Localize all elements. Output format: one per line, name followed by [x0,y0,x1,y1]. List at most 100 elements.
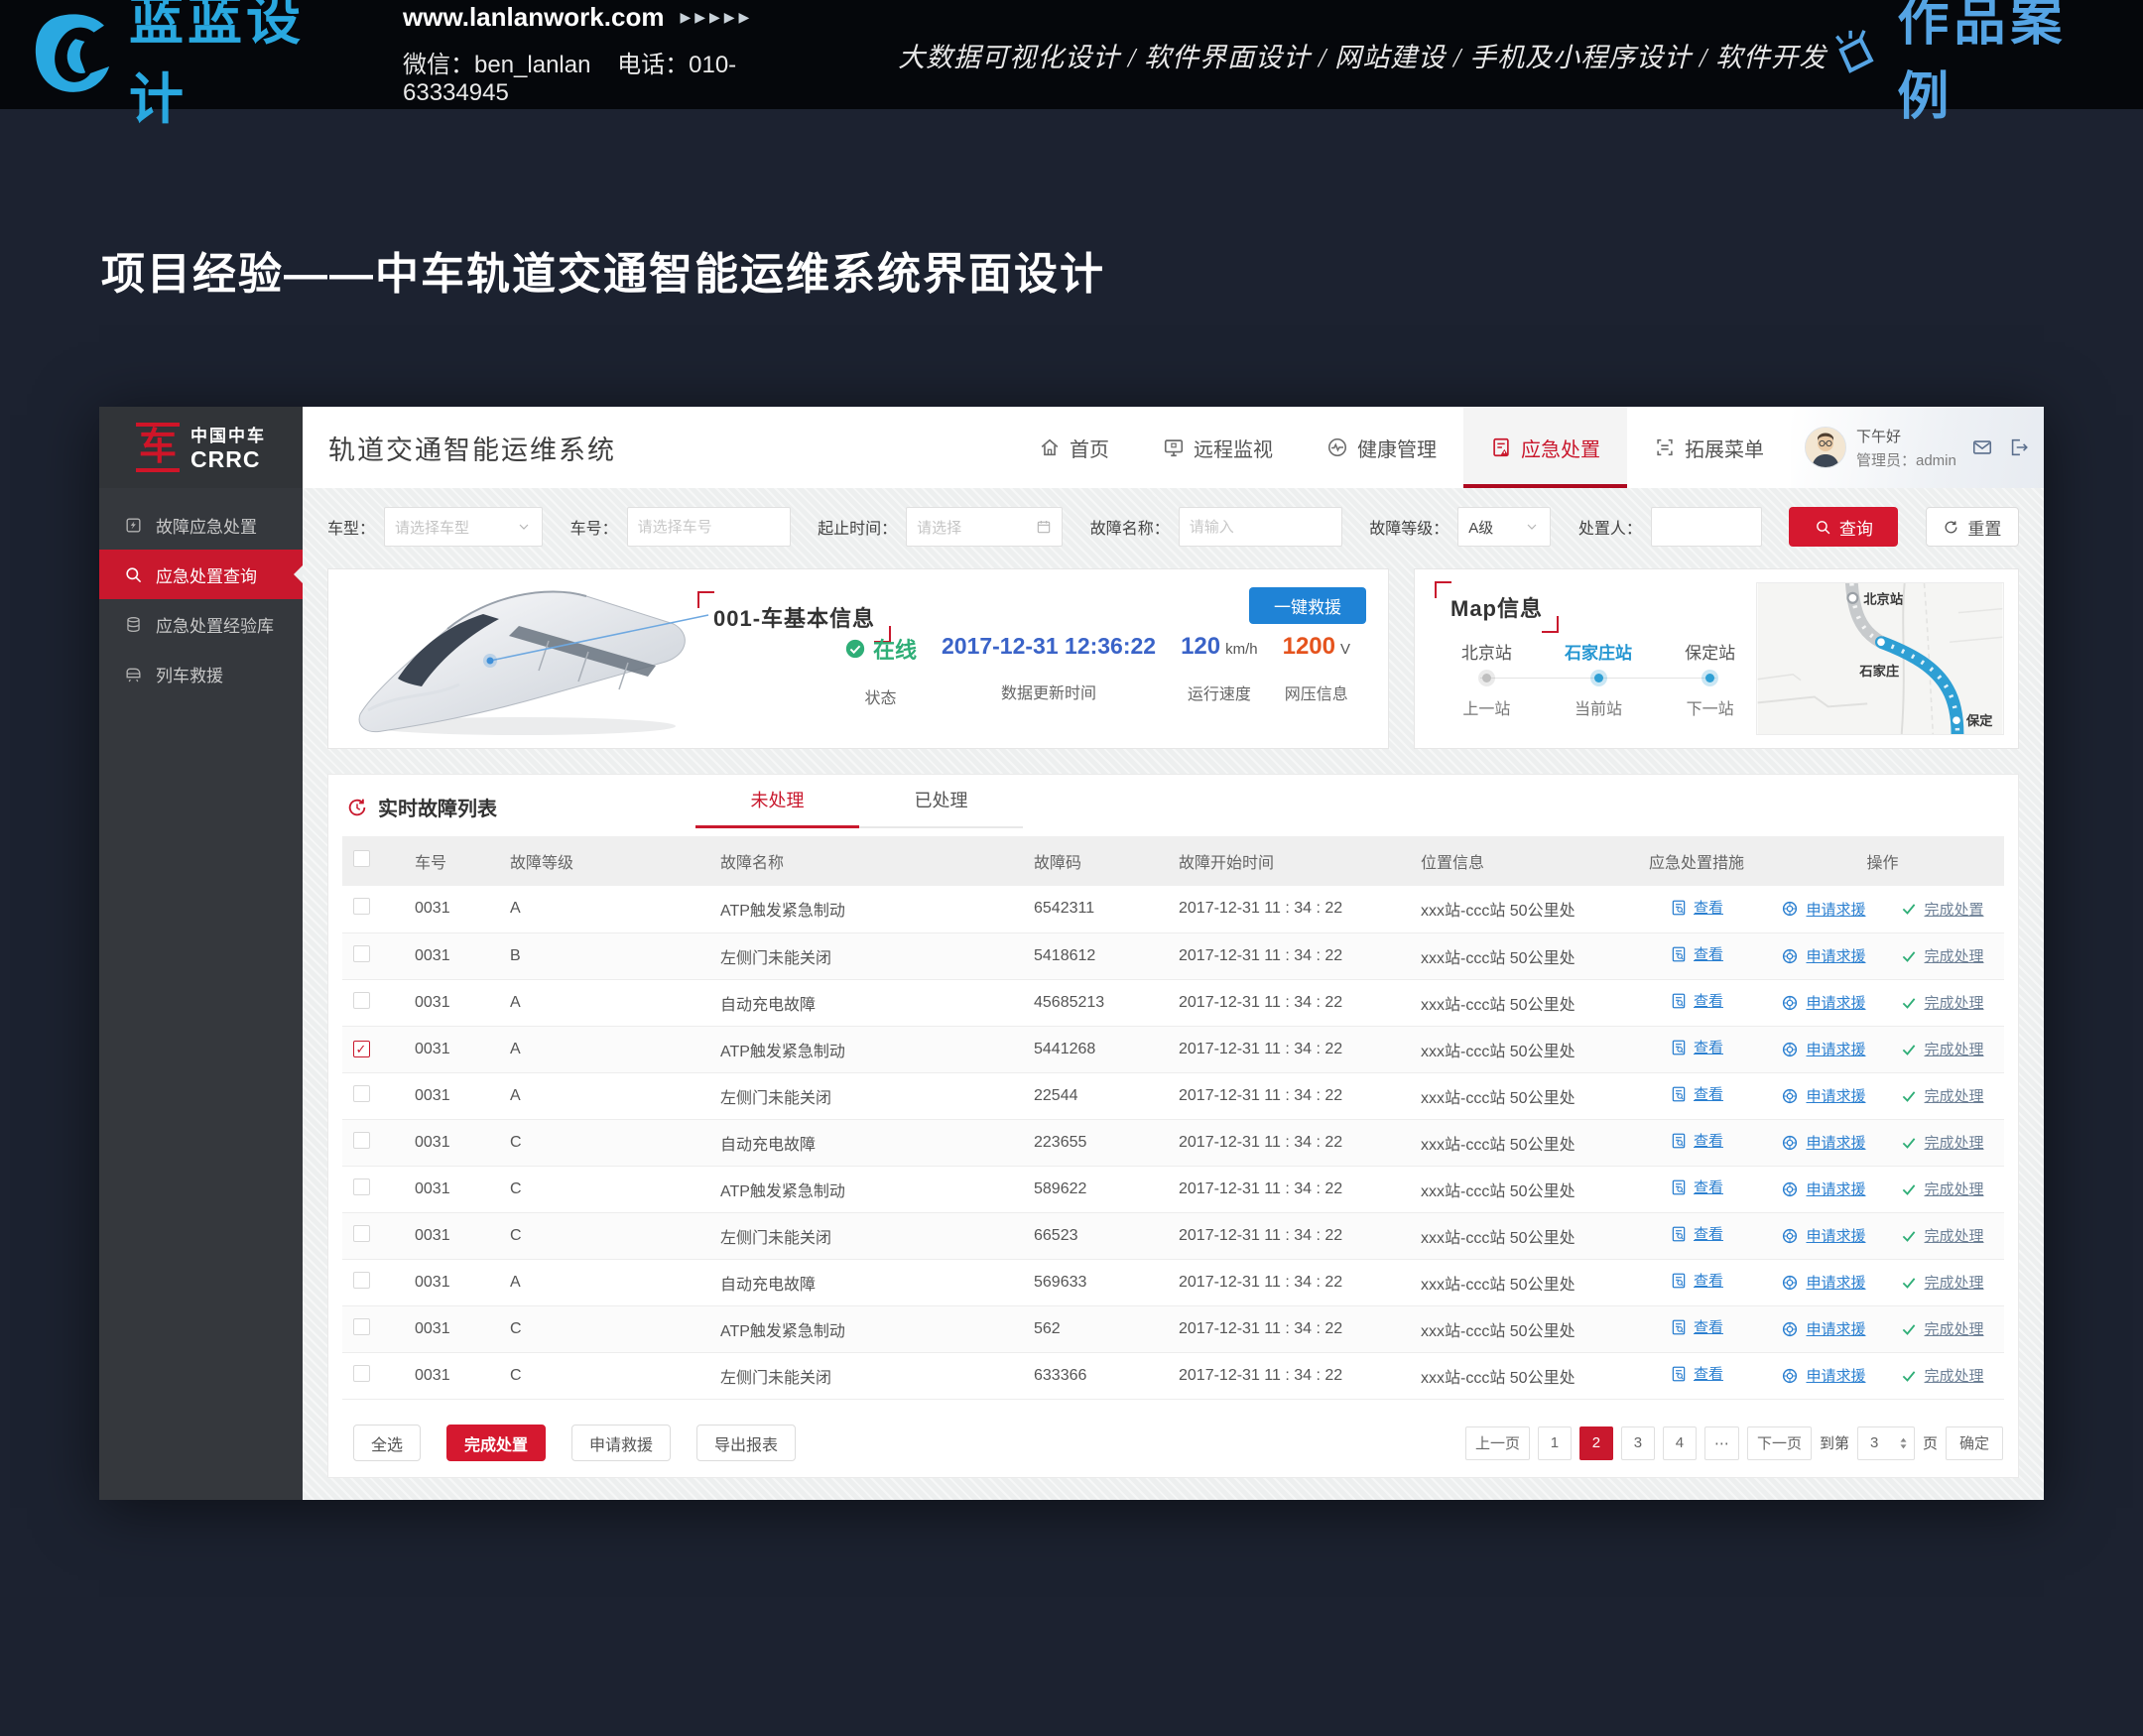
export-report-button[interactable]: 导出报表 [696,1425,796,1461]
select-all-button[interactable]: 全选 [353,1425,421,1461]
page-⋯-button[interactable]: ⋯ [1704,1426,1739,1460]
svg-text:保定: 保定 [1965,712,1993,728]
complete-link[interactable]: 完成处理 [1925,1178,1984,1199]
complete-link[interactable]: 完成处置 [1925,899,1984,920]
complete-link[interactable]: 完成处理 [1925,1039,1984,1059]
row-checkbox[interactable] [353,1225,370,1242]
handler-input[interactable] [1651,507,1762,547]
view-link[interactable]: 查看 [1670,1083,1723,1104]
table-row: 0031C自动充电故障2236552017-12-31 11 : 34 : 22… [342,1119,2004,1166]
request-rescue-link[interactable]: 申请求援 [1806,1272,1865,1293]
complete-link[interactable]: 完成处理 [1925,945,1984,966]
sidebar-item-fault-emergency-handling[interactable]: 故障应急处置 [99,500,303,550]
brand-name-cn: 中国中车 [190,422,266,446]
request-rescue-link[interactable]: 申请求援 [1806,1085,1865,1106]
next-page-button[interactable]: 下一页 [1747,1426,1812,1460]
cell-car-number: 0031 [380,1072,496,1119]
complete-link[interactable]: 完成处理 [1925,1365,1984,1386]
nav-item-remote-monitor[interactable]: 远程监视 [1136,407,1300,488]
page-1-button[interactable]: 1 [1538,1426,1572,1460]
mail-icon[interactable] [1971,436,1993,458]
reset-button[interactable]: 重置 [1926,507,2019,547]
nav-item-home[interactable]: 首页 [1012,407,1136,488]
complete-link[interactable]: 完成处理 [1925,1318,1984,1339]
nav-item-label: 健康管理 [1357,434,1437,462]
row-checkbox[interactable] [353,1365,370,1382]
nav-item-health-management[interactable]: 健康管理 [1300,407,1463,488]
row-checkbox[interactable] [353,945,370,962]
view-link[interactable]: 查看 [1670,1316,1723,1337]
complete-link[interactable]: 完成处理 [1925,992,1984,1013]
row-checkbox[interactable] [353,1085,370,1102]
nav-item-expand-menu[interactable]: 拓展菜单 [1627,407,1791,488]
ring-icon [1781,1274,1799,1292]
row-checkbox[interactable] [353,1132,370,1149]
row-checkbox[interactable] [353,1272,370,1289]
view-link[interactable]: 查看 [1670,1130,1723,1151]
view-link[interactable]: 查看 [1670,1177,1723,1197]
request-rescue-link[interactable]: 申请求援 [1806,1365,1865,1386]
fault-level-select[interactable]: A级 [1457,507,1551,547]
confirm-button[interactable]: 确定 [1946,1426,2003,1460]
sidebar-item-emergency-experience-library[interactable]: 应急处置经验库 [99,599,303,649]
request-rescue-link[interactable]: 申请求援 [1806,945,1865,966]
cell-fault-name: ATP触发紧急制动 [704,1026,1022,1072]
complete-link[interactable]: 完成处理 [1925,1085,1984,1106]
request-rescue-link[interactable]: 申请求援 [1806,1225,1865,1246]
row-checkbox[interactable] [353,1318,370,1335]
complete-link[interactable]: 完成处理 [1925,1225,1984,1246]
view-link[interactable]: 查看 [1670,1037,1723,1057]
row-checkbox[interactable] [353,1178,370,1195]
request-rescue-link[interactable]: 申请求援 [1806,1318,1865,1339]
goto-page-input[interactable]: 3 [1857,1426,1915,1460]
request-rescue-link[interactable]: 申请求援 [1806,1178,1865,1199]
complete-link[interactable]: 完成处理 [1925,1132,1984,1153]
view-link[interactable]: 查看 [1670,943,1723,964]
nav-item-emergency-handling[interactable]: 应急处置 [1463,407,1627,488]
map-info-card: Map信息 北京站 上一站 石家庄站 当前站 保 [1414,568,2019,749]
prev-page-button[interactable]: 上一页 [1465,1426,1530,1460]
sidebar-item-label: 列车救援 [156,662,223,686]
page-2-button[interactable]: 2 [1579,1426,1613,1460]
view-link[interactable]: 查看 [1670,1223,1723,1244]
request-rescue-link[interactable]: 申请求援 [1806,1132,1865,1153]
nav-item-label: 首页 [1070,434,1109,462]
avatar[interactable] [1805,427,1846,468]
select-all-checkbox[interactable] [353,850,370,867]
view-link[interactable]: 查看 [1670,990,1723,1011]
complete-link[interactable]: 完成处理 [1925,1272,1984,1293]
view-link[interactable]: 查看 [1670,1363,1723,1384]
view-link[interactable]: 查看 [1670,1270,1723,1291]
view-link[interactable]: 查看 [1670,897,1723,918]
car-number-input[interactable] [627,507,791,547]
search-button[interactable]: 查询 [1789,507,1898,547]
sidebar-item-train-rescue[interactable]: 列车救援 [99,649,303,698]
filter-bar: 车型：请选择车型车号：起止时间：请选择故障名称：故障等级：A级处置人：查询重置 [327,498,2019,556]
car-type-select[interactable]: 请选择车型 [384,507,543,547]
row-checkbox[interactable] [353,992,370,1009]
complete-handling-button[interactable]: 完成处置 [446,1425,546,1461]
chevron-down-icon [1524,519,1540,535]
realtime-refresh-icon [346,797,368,818]
logout-icon[interactable] [2008,436,2030,458]
row-checkbox[interactable]: ✓ [353,1041,370,1057]
request-rescue-link[interactable]: 申请求援 [1806,1039,1865,1059]
row-checkbox[interactable] [353,898,370,915]
page-4-button[interactable]: 4 [1663,1426,1697,1460]
status-stat: 在线 状态 [844,633,917,708]
tab-已处理[interactable]: 已处理 [859,787,1023,828]
doc-search-icon [1670,992,1688,1010]
goto-suffix: 页 [1923,1432,1938,1453]
request-rescue-link[interactable]: 申请求援 [1806,992,1865,1013]
request-rescue-button[interactable]: 申请救援 [571,1425,671,1461]
sidebar-item-emergency-handling-query[interactable]: 应急处置查询 [99,550,303,599]
table-row: 0031A自动充电故障456852132017-12-31 11 : 34 : … [342,979,2004,1026]
page-3-button[interactable]: 3 [1621,1426,1655,1460]
tab-未处理[interactable]: 未处理 [695,787,859,828]
one-key-rescue-button[interactable]: 一键救援 [1249,587,1366,624]
request-rescue-link[interactable]: 申请求援 [1806,899,1865,920]
doc-search-icon [1670,1225,1688,1243]
cell-start-time: 2017-12-31 11 : 34 : 22 [1166,932,1409,979]
date-range-picker[interactable]: 请选择 [906,507,1063,547]
fault-name-input[interactable] [1179,507,1342,547]
